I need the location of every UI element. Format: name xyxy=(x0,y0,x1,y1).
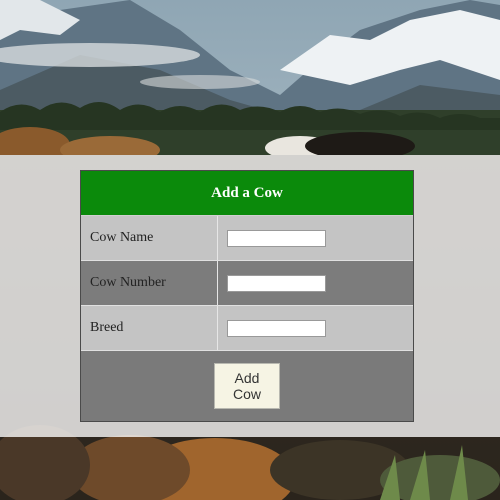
breed-label: Breed xyxy=(81,306,218,350)
form-title: Add a Cow xyxy=(81,171,413,216)
cow-name-input[interactable] xyxy=(227,229,326,247)
cow-number-row: Cow Number xyxy=(81,261,413,306)
breed-row: Breed xyxy=(81,306,413,351)
cow-name-row: Cow Name xyxy=(81,216,413,261)
cow-number-label: Cow Number xyxy=(81,261,218,305)
cow-number-cell xyxy=(218,261,413,305)
add-cow-button[interactable]: Add Cow xyxy=(214,363,280,409)
cow-name-cell xyxy=(218,216,413,260)
submit-row: Add Cow xyxy=(81,351,413,421)
add-cow-form: Add a Cow Cow Name Cow Number Breed Add … xyxy=(80,170,414,422)
breed-input[interactable] xyxy=(227,319,326,337)
cow-number-input[interactable] xyxy=(227,274,326,292)
breed-cell xyxy=(218,306,413,350)
cow-name-label: Cow Name xyxy=(81,216,218,260)
